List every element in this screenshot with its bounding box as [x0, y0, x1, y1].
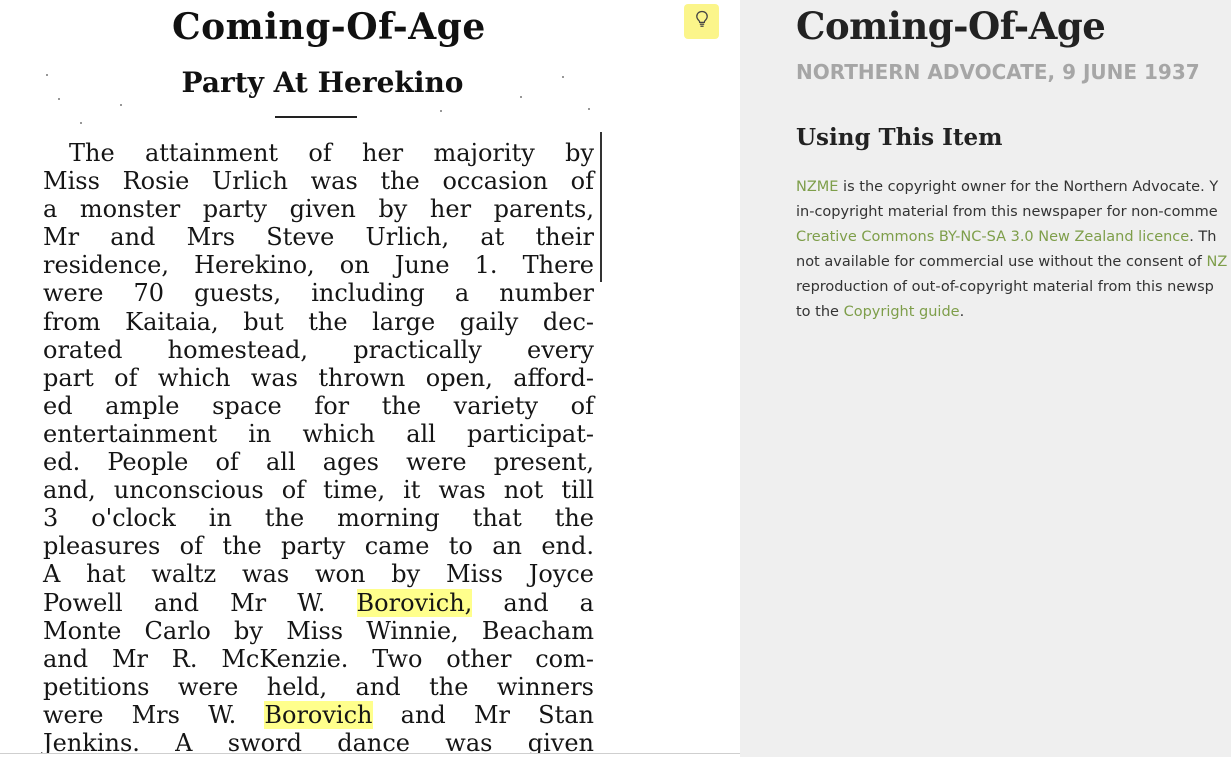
clipping-line-text: 3 o'clock in the morning that the: [43, 504, 594, 533]
scan-speck: [250, 92, 252, 94]
clipping-line-text: petitions were held, and the winners: [43, 672, 594, 701]
clipping-line-text: A hat waltz was won by Miss Joyce: [43, 560, 594, 589]
clipping-column-rule: [600, 132, 602, 282]
clipping-text-line: a monster party given by her parents,: [43, 195, 594, 223]
scan-speck: [588, 108, 590, 110]
clipping-line-text: and a: [472, 588, 594, 617]
clipping-line-text: Miss Rosie Urlich was the occasion of: [43, 167, 594, 196]
clipping-text-line: A hat waltz was won by Miss Joyce: [43, 560, 594, 588]
clipping-article-text: The attainment of her majority by Miss Ro…: [43, 139, 594, 754]
scan-speck: [58, 98, 60, 100]
clipping-line-text: ed ample space for the variety of: [43, 391, 594, 420]
using-this-item-heading: Using This Item: [796, 124, 1003, 151]
item-title: Coming-Of-Age: [796, 4, 1106, 48]
scanned-clipping-viewer[interactable]: Coming-Of-Age Party At Herekino The atta…: [0, 0, 740, 754]
copyright-link[interactable]: NZ: [1207, 254, 1228, 270]
clipping-text-line: and Mr R. McKenzie. Two other com-: [43, 645, 594, 673]
clipping-text-line: and, unconscious of time, it was not til…: [43, 476, 594, 504]
clipping-text-line: ed ample space for the variety of: [43, 392, 594, 420]
clipping-text-line: from Kaitaia, but the large gaily dec-: [43, 308, 594, 336]
clipping-text-line: Jenkins. A sword dance was given: [43, 728, 594, 754]
clipping-text-line: The attainment of her majority by: [43, 139, 594, 167]
scan-speck: [80, 122, 82, 124]
clipping-text-line: petitions were held, and the winners: [43, 673, 594, 701]
copyright-notice-line: not available for commercial use without…: [796, 250, 1231, 275]
copyright-link[interactable]: NZME: [796, 179, 838, 195]
clipping-text-line: pleasures of the party came to an end.: [43, 532, 594, 560]
copyright-notice: NZME is the copyright owner for the Nort…: [796, 175, 1231, 325]
scan-speck: [440, 110, 442, 112]
scan-speck: [520, 96, 522, 98]
clipping-line-text: pleasures of the party came to an end.: [43, 532, 594, 561]
clipping-text-line: Miss Rosie Urlich was the occasion of: [43, 167, 594, 195]
clipping-line-text: were Mrs W.: [43, 700, 265, 729]
item-source-date: NORTHERN ADVOCATE, 9 JUNE 1937: [796, 60, 1200, 84]
clipping-line-text: part of which was thrown open, afford-: [43, 363, 594, 392]
lightbulb-icon: [695, 10, 709, 33]
clipping-text-line: orated homestead, practically every: [43, 336, 594, 364]
clipping-text-line: were 70 guests, including a number: [43, 279, 594, 307]
clipping-line-text: orated homestead, practically every: [43, 335, 594, 364]
clipping-text-line: 3 o'clock in the morning that the: [43, 504, 594, 532]
scan-speck: [46, 74, 48, 76]
hint-button[interactable]: [684, 4, 719, 39]
copyright-notice-line: in-copyright material from this newspape…: [796, 200, 1231, 225]
copyright-notice-text: reproduction of out-of-copyright materia…: [796, 279, 1214, 295]
copyright-notice-text: . Th: [1189, 229, 1217, 245]
clipping-text-line: were Mrs W. Borovich and Mr Stan: [43, 700, 594, 729]
copyright-link[interactable]: Copyright guide: [844, 304, 960, 320]
clipping-text-line: Monte Carlo by Miss Winnie, Beacham: [43, 617, 594, 645]
clipping-line-text: entertainment in which all participat-: [43, 419, 594, 448]
copyright-notice-text: .: [959, 304, 965, 320]
clipping-text-line: Powell and Mr W. Borovich, and a: [43, 588, 594, 617]
item-info-panel: Coming-Of-Age NORTHERN ADVOCATE, 9 JUNE …: [740, 0, 1231, 757]
copyright-link[interactable]: Creative Commons BY-NC-SA 3.0 New Zealan…: [796, 229, 1189, 245]
scan-speck: [120, 104, 122, 106]
copyright-notice-line: NZME is the copyright owner for the Nort…: [796, 175, 1231, 200]
clipping-line-text: Monte Carlo by Miss Winnie, Beacham: [43, 616, 594, 645]
clipping-line-text: Mr and Mrs Steve Urlich, at their: [43, 223, 594, 252]
copyright-notice-line: Creative Commons BY-NC-SA 3.0 New Zealan…: [796, 225, 1231, 250]
copyright-notice-text: in-copyright material from this newspape…: [796, 204, 1218, 220]
copyright-notice-text: to the: [796, 304, 844, 320]
copyright-notice-text: is the copyright owner for the Northern …: [838, 179, 1219, 195]
clipping-line-text: The attainment of her majority by: [69, 139, 594, 167]
clipping-text-line: residence, Herekino, on June 1. There: [43, 251, 594, 279]
clipping-headline: Coming-Of-Age: [172, 6, 486, 48]
clipping-line-text: Powell and Mr W.: [43, 588, 357, 617]
clipping-text-line: ed. People of all ages were present,: [43, 448, 594, 476]
clipping-text-line: part of which was thrown open, afford-: [43, 364, 594, 392]
clipping-line-text: and Mr R. McKenzie. Two other com-: [43, 644, 594, 673]
clipping-line-text: Jenkins. A sword dance was given: [43, 728, 594, 754]
clipping-line-text: a monster party given by her parents,: [43, 195, 594, 224]
clipping-line-text: and Mr Stan: [372, 700, 594, 729]
clipping-line-text: residence, Herekino, on June 1. There: [43, 251, 594, 280]
scan-speck: [562, 76, 564, 78]
clipping-text-line: entertainment in which all participat-: [43, 420, 594, 448]
clipping-divider: [275, 116, 357, 118]
clipping-line-text: ed. People of all ages were present,: [43, 448, 594, 477]
search-term-highlight: Borovich: [264, 700, 373, 729]
clipping-subheadline: Party At Herekino: [181, 66, 464, 99]
clipping-line-text: and, unconscious of time, it was not til…: [43, 476, 594, 505]
clipping-text-line: Mr and Mrs Steve Urlich, at their: [43, 223, 594, 251]
copyright-notice-line: reproduction of out-of-copyright materia…: [796, 275, 1231, 300]
page: Coming-Of-Age Party At Herekino The atta…: [0, 0, 1231, 757]
clipping-line-text: were 70 guests, including a number: [43, 279, 594, 308]
search-term-highlight: Borovich,: [356, 588, 473, 617]
copyright-notice-text: not available for commercial use without…: [796, 254, 1207, 270]
copyright-notice-line: to the Copyright guide.: [796, 300, 1231, 325]
clipping-line-text: from Kaitaia, but the large gaily dec-: [43, 307, 594, 336]
